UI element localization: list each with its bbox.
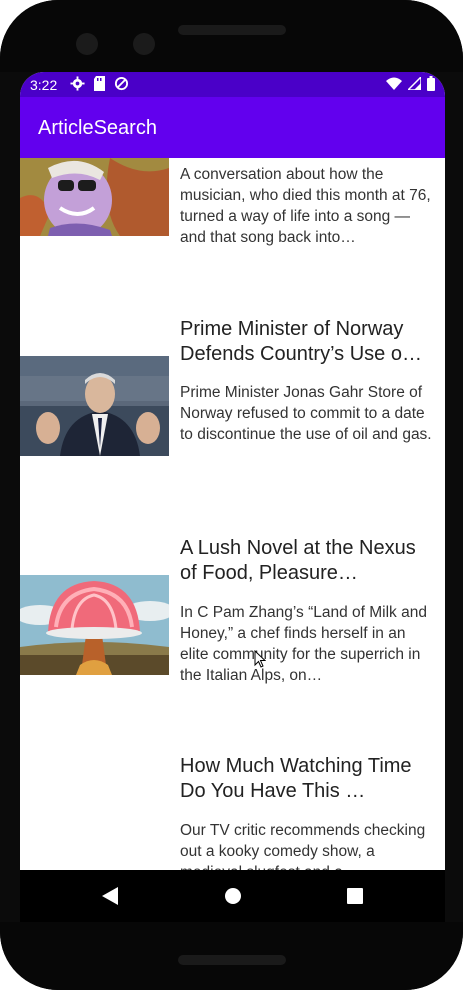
article-list[interactable]: A conversation about how the musician, w… bbox=[20, 158, 445, 870]
article-item[interactable]: A conversation about how the musician, w… bbox=[20, 158, 445, 298]
app-title: ArticleSearch bbox=[38, 117, 157, 139]
article-headline: Prime Minister of Norway Defends Country… bbox=[180, 318, 422, 365]
article-item[interactable]: A Lush Novel at the Nexus of Food, Pleas… bbox=[20, 518, 445, 736]
status-notification-icons bbox=[70, 76, 129, 91]
gear-icon bbox=[70, 76, 85, 91]
signal-icon bbox=[408, 77, 421, 90]
data-saver-icon bbox=[114, 76, 129, 91]
article-abstract: Prime Minister Jonas Gahr Store of Norwa… bbox=[180, 384, 432, 443]
recents-icon[interactable] bbox=[346, 886, 364, 906]
musician-portrait-thumbnail bbox=[20, 158, 169, 236]
prime-minister-thumbnail bbox=[20, 356, 169, 456]
phone-device: 3:22 ArticleSearch A conversation about … bbox=[0, 0, 463, 990]
article-headline: A Lush Novel at the Nexus of Food, Pleas… bbox=[180, 537, 416, 584]
status-system-icons bbox=[386, 76, 435, 91]
navigation-bar bbox=[20, 870, 445, 922]
status-time: 3:22 bbox=[30, 77, 58, 93]
mouse-cursor-icon bbox=[254, 650, 266, 668]
article-abstract: A conversation about how the musician, w… bbox=[180, 166, 431, 246]
article-headline: How Much Watching Time Do You Have This … bbox=[180, 755, 412, 802]
wifi-icon bbox=[386, 77, 402, 90]
article-abstract: Our TV critic recommends checking out a … bbox=[180, 822, 426, 870]
jelly-mushroom-cloud-thumbnail bbox=[20, 575, 169, 675]
top-bezel bbox=[0, 0, 463, 72]
status-bar: 3:22 bbox=[20, 72, 445, 97]
front-camera-icon bbox=[76, 33, 98, 55]
earpiece-speaker bbox=[178, 25, 286, 35]
article-item[interactable]: How Much Watching Time Do You Have This … bbox=[20, 736, 445, 870]
home-icon[interactable] bbox=[224, 886, 242, 906]
article-abstract: In C Pam Zhang’s “Land of Milk and Honey… bbox=[180, 604, 427, 684]
bottom-speaker bbox=[178, 955, 286, 965]
front-sensor-icon bbox=[133, 33, 155, 55]
back-icon[interactable] bbox=[101, 886, 119, 906]
app-bar: ArticleSearch bbox=[20, 97, 445, 158]
sd-card-icon bbox=[94, 76, 105, 91]
phone-screen: 3:22 ArticleSearch A conversation about … bbox=[20, 72, 445, 870]
article-item[interactable]: Prime Minister of Norway Defends Country… bbox=[20, 298, 445, 518]
battery-icon bbox=[427, 76, 435, 91]
